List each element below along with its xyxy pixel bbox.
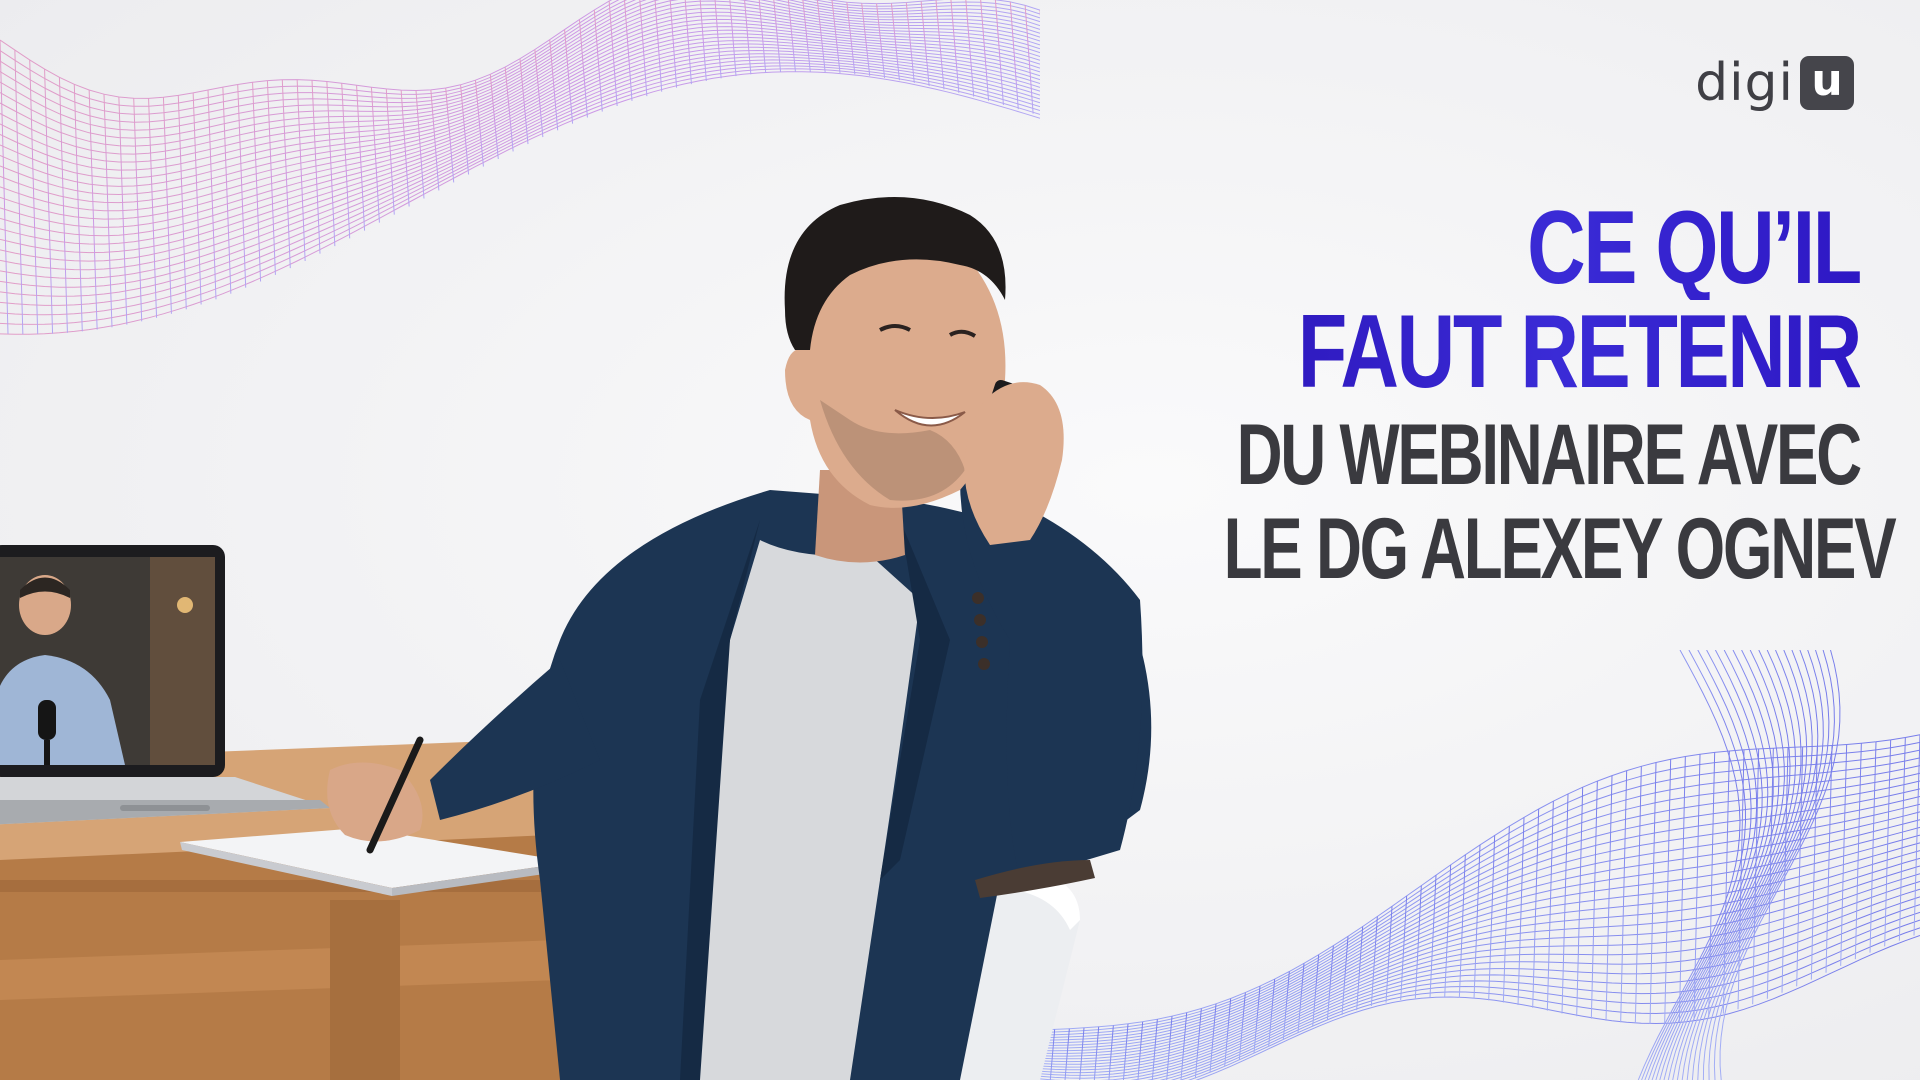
headline-line-1: CE QU’IL <box>1189 196 1862 300</box>
headline-line-2: FAUT RETENIR <box>1189 300 1863 404</box>
digiu-logo: digi u <box>1695 56 1854 110</box>
headline-line-4: LE DG ALEXEY OGNEV <box>1223 501 1897 597</box>
logo-wordmark: digi <box>1695 53 1794 113</box>
webinar-banner: digi u CE QU’IL FAUT RETENIR DU WEBINAIR… <box>0 0 1920 1080</box>
headline: CE QU’IL FAUT RETENIR DU WEBINAIRE AVEC … <box>1000 196 1897 597</box>
headline-line-3: DU WEBINAIRE AVEC <box>1236 407 1863 503</box>
logo-badge: u <box>1800 56 1854 110</box>
